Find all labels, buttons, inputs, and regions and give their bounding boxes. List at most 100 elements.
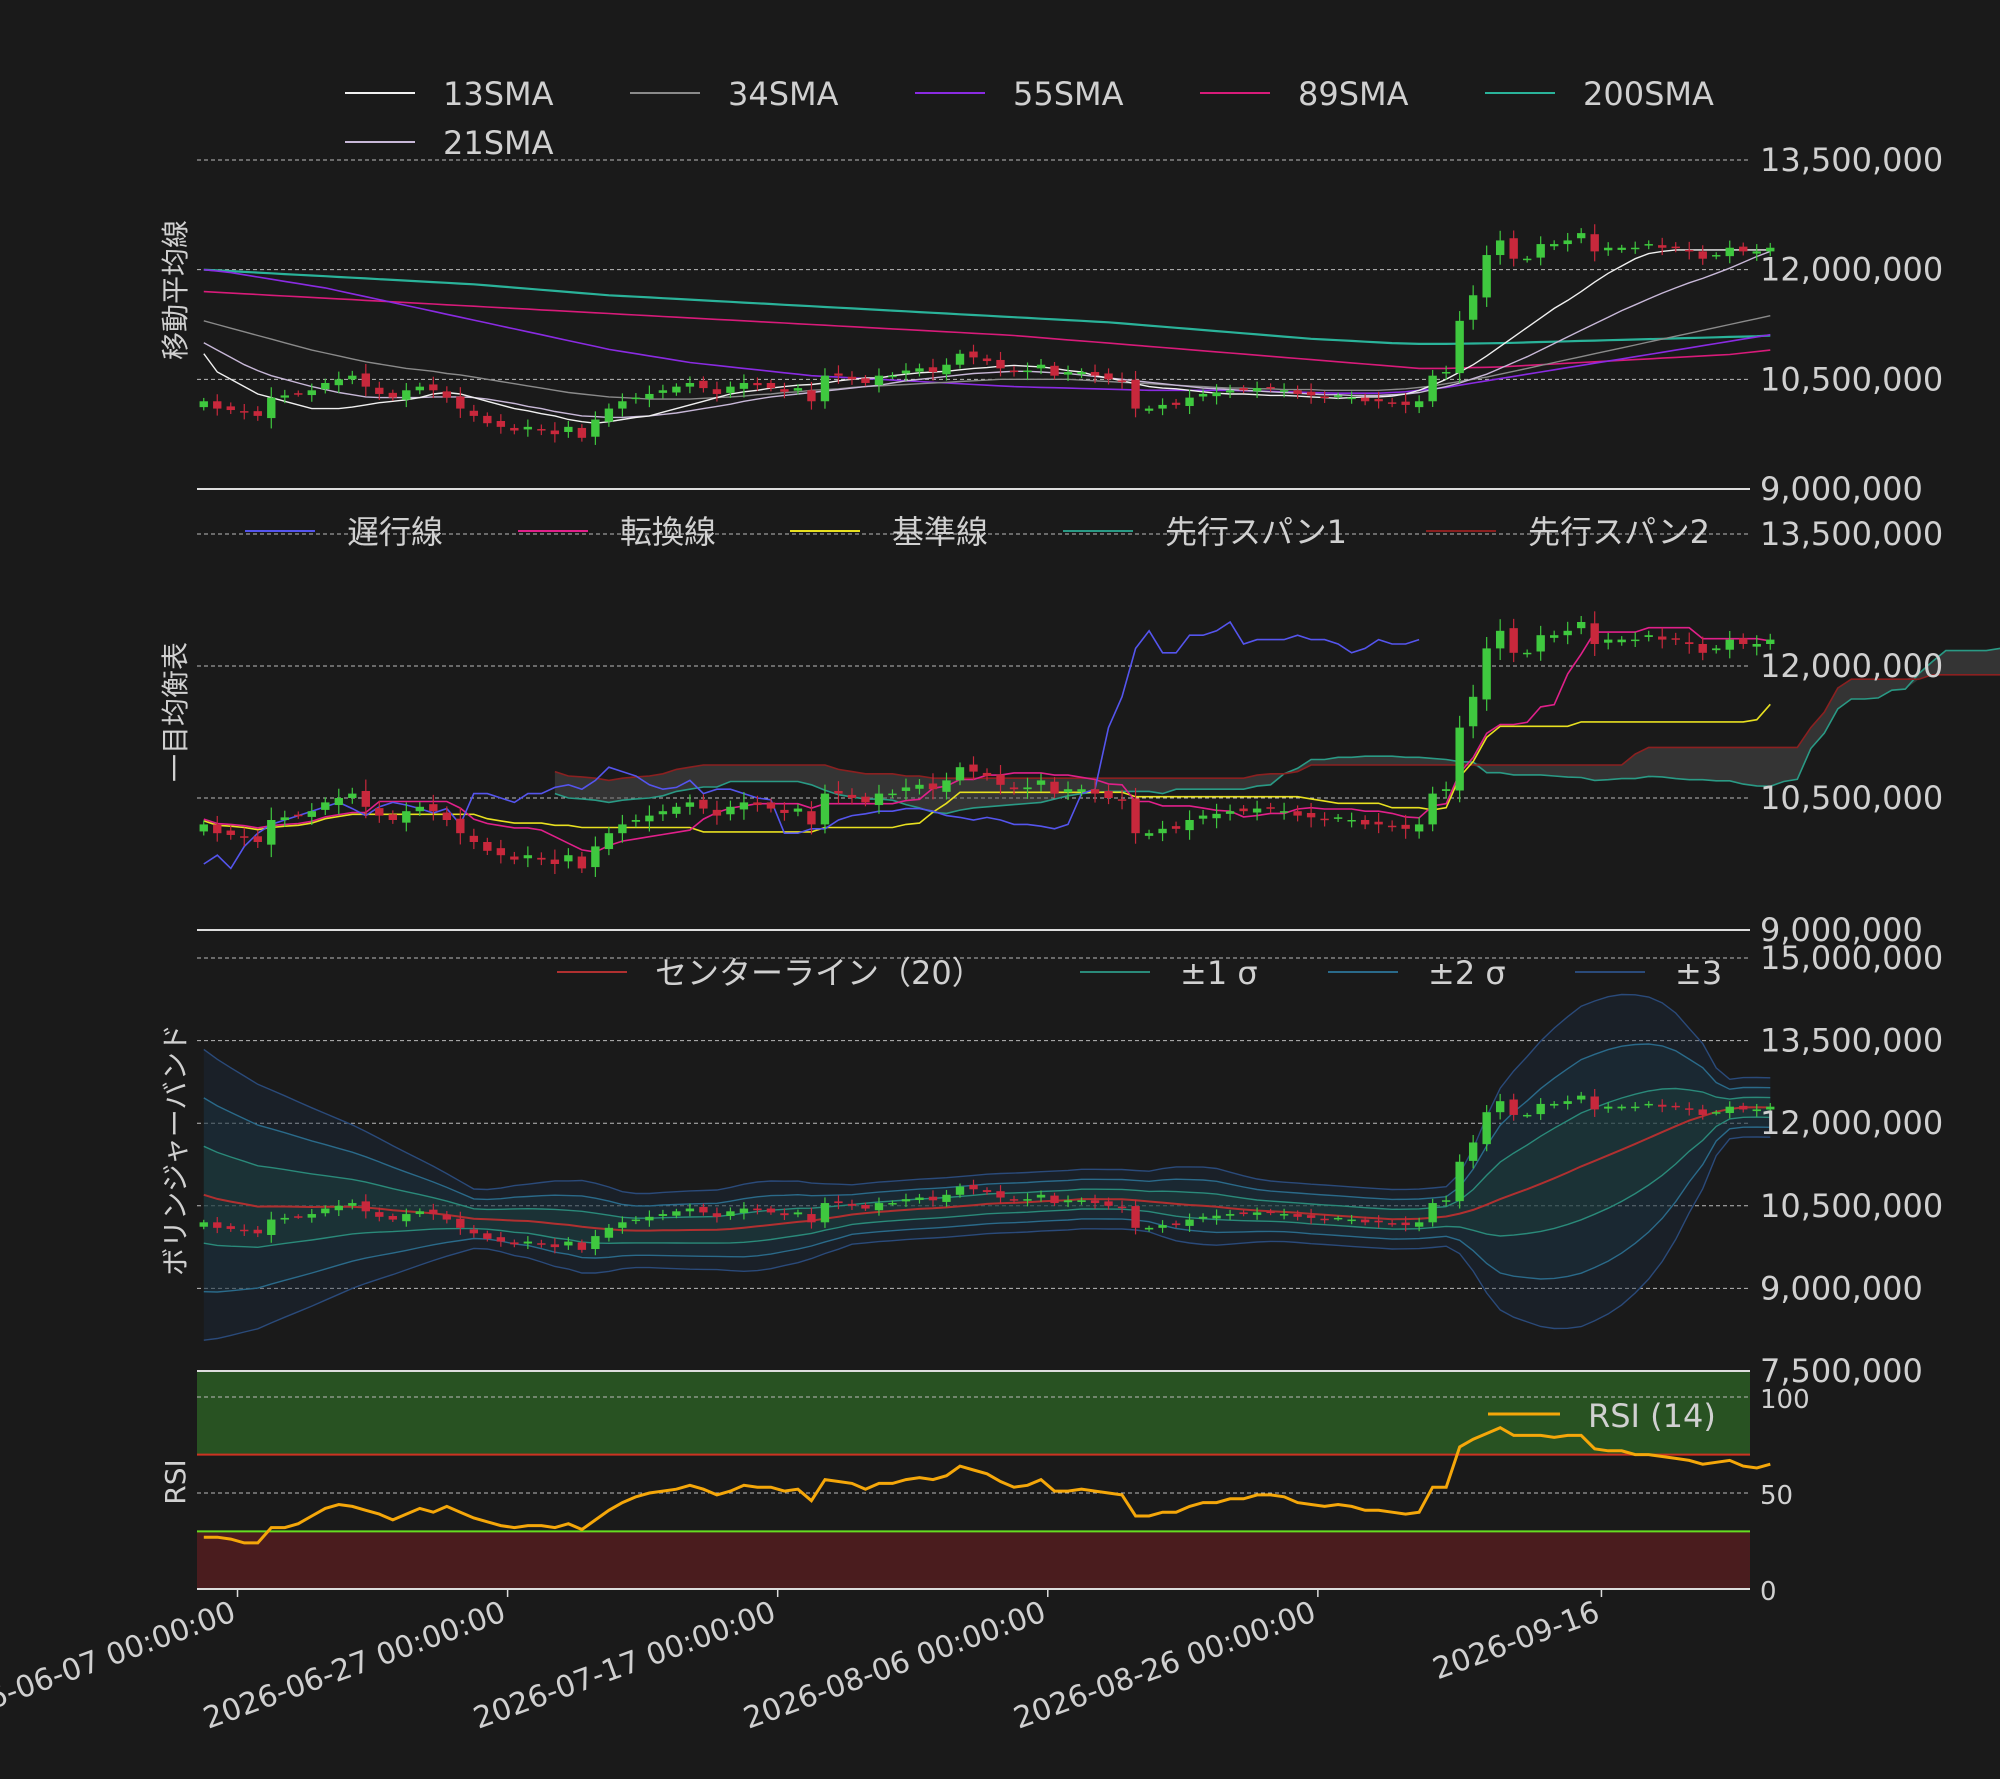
candle-body <box>1198 815 1208 819</box>
candle-body <box>348 1203 357 1206</box>
candle-body <box>996 774 1005 785</box>
candle-body <box>1563 630 1572 636</box>
candle-body <box>429 804 438 812</box>
candle-body <box>996 1191 1005 1198</box>
candle-body <box>1414 824 1424 832</box>
legend-label: 21SMA <box>443 124 554 162</box>
candle-body <box>1306 1215 1316 1218</box>
candle-body <box>402 1214 411 1222</box>
candle-body <box>1104 790 1113 798</box>
candle-body <box>847 376 857 380</box>
candle-body <box>820 793 830 825</box>
candle-body <box>1050 1195 1059 1204</box>
candle-body <box>442 812 452 820</box>
candle-body <box>577 856 587 869</box>
candle-body <box>1590 1096 1599 1110</box>
candle-body <box>1577 1095 1586 1100</box>
candle-body <box>348 375 357 380</box>
candle-body <box>1414 401 1424 408</box>
candle-body <box>726 1211 735 1216</box>
legend-label: 先行スパン1 <box>1165 513 1347 551</box>
candle-body <box>1495 240 1505 256</box>
candle-body <box>1509 238 1518 259</box>
candle-body <box>510 427 519 431</box>
candle-body <box>469 1229 479 1234</box>
candle-body <box>577 427 587 438</box>
candle-body <box>1644 635 1653 637</box>
candle-body <box>1577 233 1586 239</box>
candle-body <box>982 358 992 362</box>
candle-body <box>1225 1214 1235 1216</box>
candle-body <box>1131 1206 1140 1228</box>
candle-body <box>1482 648 1491 700</box>
legend-label: センターライン（20） <box>655 954 984 992</box>
candle-body <box>1712 1112 1721 1114</box>
candle-body <box>1144 833 1154 836</box>
candle-body <box>1482 1112 1491 1145</box>
candle-body <box>1306 391 1316 396</box>
candle-body <box>618 401 627 409</box>
candle-body <box>658 1214 668 1216</box>
candle-body <box>510 856 519 860</box>
candle-body <box>766 802 776 809</box>
ytick-label: 12,000,000 <box>1760 647 1943 685</box>
candle-body <box>874 1203 884 1211</box>
candle-body <box>1725 247 1734 257</box>
ytick-label: 10,500,000 <box>1760 360 1943 398</box>
candle-body <box>280 1217 289 1220</box>
sma-ylabel: 移動平均線 <box>159 220 192 360</box>
candle-body <box>334 798 343 806</box>
legend-label: 基準線 <box>892 513 988 551</box>
candle-body <box>1090 789 1100 794</box>
candle-body <box>672 1211 681 1216</box>
candle-body <box>1225 390 1235 393</box>
legend-label: 先行スパン2 <box>1528 513 1710 551</box>
candle-body <box>1414 1222 1424 1227</box>
candle-body <box>1239 388 1248 391</box>
ytick-label: 9,000,000 <box>1760 1269 1923 1307</box>
ytick-label: 10,500,000 <box>1760 779 1943 817</box>
candle-body <box>1658 1104 1667 1107</box>
candle-body <box>645 393 654 399</box>
candle-body <box>1293 811 1302 816</box>
candle-body <box>1360 397 1370 402</box>
candle-body <box>213 824 222 834</box>
candle-body <box>1671 638 1680 640</box>
candle-body <box>267 820 276 845</box>
candle-body <box>793 388 803 391</box>
candle-body <box>1495 630 1505 649</box>
candle-body <box>1577 622 1586 629</box>
candle-body <box>429 1209 438 1215</box>
legend-label: RSI (14) <box>1588 1397 1716 1435</box>
candle-body <box>901 370 911 374</box>
candle-body <box>1387 825 1397 828</box>
ytick-label: 9,000,000 <box>1760 470 1923 508</box>
candle-body <box>834 1201 843 1204</box>
candle-body <box>1063 789 1073 793</box>
candle-body <box>564 855 573 862</box>
candle-body <box>388 1215 397 1220</box>
candle-body <box>1766 639 1775 644</box>
candle-body <box>1522 1114 1532 1117</box>
candle-body <box>1185 1219 1194 1226</box>
candle-body <box>415 386 425 391</box>
candle-body <box>469 835 479 842</box>
ytick-label: 13,500,000 <box>1760 1022 1943 1060</box>
candle-body <box>699 1206 708 1213</box>
candle-body <box>1482 255 1491 298</box>
candle-body <box>1617 1106 1626 1109</box>
candle-body <box>820 1203 830 1223</box>
candle-body <box>1050 365 1059 376</box>
candle-body <box>253 836 262 842</box>
candle-body <box>1131 379 1140 409</box>
candle-body <box>1550 244 1559 247</box>
candle-body <box>294 1216 303 1218</box>
candle-body <box>213 1222 222 1228</box>
candle-body <box>901 787 911 791</box>
candle-body <box>1252 1212 1262 1215</box>
legend-label: 転換線 <box>620 513 716 551</box>
candle-body <box>1685 642 1694 644</box>
candle-body <box>969 764 978 772</box>
candle-body <box>1306 812 1316 818</box>
candle-body <box>834 373 843 376</box>
